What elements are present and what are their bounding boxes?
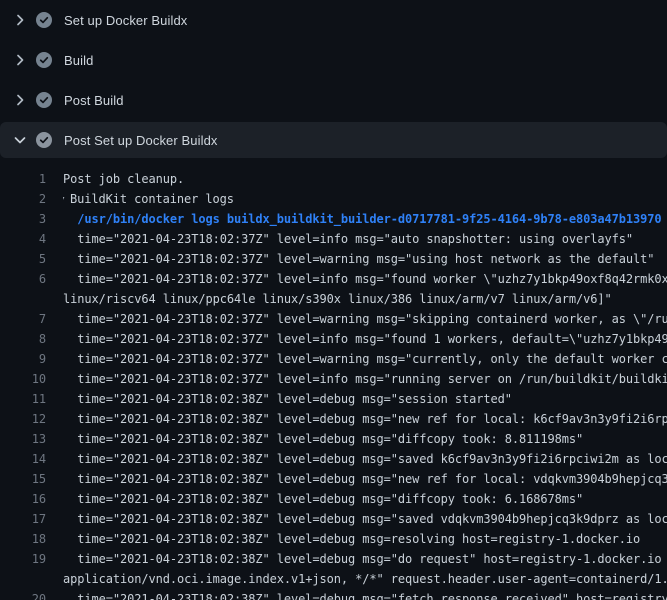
log-view: 1 Post job cleanup. 2 ▼BuildKit containe… [0,160,667,600]
log-line-number[interactable]: 20 [0,589,46,600]
log-line-number[interactable]: 7 [0,309,46,329]
log-group-toggle[interactable]: ▼BuildKit container logs [63,189,234,209]
step-set-up-docker-buildx[interactable]: Set up Docker Buildx [0,0,667,40]
log-line: 1 Post job cleanup. [0,169,667,189]
log-line-text: time="2021-04-23T18:02:37Z" level=info m… [63,329,667,349]
log-line: 9 time="2021-04-23T18:02:37Z" level=warn… [0,349,667,369]
log-line: 16 time="2021-04-23T18:02:38Z" level=deb… [0,489,667,509]
log-line-text: time="2021-04-23T18:02:38Z" level=debug … [63,529,640,549]
log-line-number[interactable]: 16 [0,489,46,509]
log-line: 8 time="2021-04-23T18:02:37Z" level=info… [0,329,667,349]
log-line-text: time="2021-04-23T18:02:38Z" level=debug … [63,509,667,529]
log-line-number[interactable]: 14 [0,449,46,469]
triangle-down-icon[interactable]: ▼ [63,190,70,209]
log-line-number[interactable]: 9 [0,349,46,369]
log-line-number[interactable]: 18 [0,529,46,549]
log-line-text: time="2021-04-23T18:02:38Z" level=debug … [63,549,667,569]
actions-log-panel: Set up Docker Buildx Build Post Build [0,0,667,600]
log-line-command: 3 /usr/bin/docker logs buildx_buildkit_b… [0,209,667,229]
log-line-text: time="2021-04-23T18:02:38Z" level=debug … [63,589,667,600]
log-line-group-header: 2 ▼BuildKit container logs [0,189,667,209]
log-line-text: /usr/bin/docker logs buildx_buildkit_bui… [63,209,662,229]
log-line-number[interactable]: 5 [0,249,46,269]
log-line-text: time="2021-04-23T18:02:37Z" level=info m… [63,369,667,389]
log-line-number[interactable]: 11 [0,389,46,409]
step-list: Set up Docker Buildx Build Post Build [0,0,667,158]
log-line-number[interactable]: 6 [0,269,46,289]
log-line: 12 time="2021-04-23T18:02:38Z" level=deb… [0,409,667,429]
chevron-down-icon[interactable] [12,132,28,148]
log-line: 10 time="2021-04-23T18:02:37Z" level=inf… [0,369,667,389]
check-circle-icon [36,52,52,68]
log-line: 20 time="2021-04-23T18:02:38Z" level=deb… [0,589,667,600]
log-line-text: time="2021-04-23T18:02:38Z" level=debug … [63,429,583,449]
log-line-text: linux/riscv64 linux/ppc64le linux/s390x … [63,289,612,309]
chevron-right-icon[interactable] [12,52,28,68]
log-line-text: time="2021-04-23T18:02:37Z" level=warnin… [63,309,667,329]
log-line-number [0,289,46,309]
log-line-wrap: linux/riscv64 linux/ppc64le linux/s390x … [0,289,667,309]
log-line: 19 time="2021-04-23T18:02:38Z" level=deb… [0,549,667,569]
step-label: Post Build [64,93,124,108]
log-line-number[interactable]: 4 [0,229,46,249]
log-line: 7 time="2021-04-23T18:02:37Z" level=warn… [0,309,667,329]
log-line: 6 time="2021-04-23T18:02:37Z" level=info… [0,269,667,289]
log-line: 13 time="2021-04-23T18:02:38Z" level=deb… [0,429,667,449]
log-line: 15 time="2021-04-23T18:02:38Z" level=deb… [0,469,667,489]
log-line-number[interactable]: 10 [0,369,46,389]
log-line-number[interactable]: 19 [0,549,46,569]
log-line-number[interactable]: 12 [0,409,46,429]
log-line-text: Post job cleanup. [63,169,184,189]
log-line-text: time="2021-04-23T18:02:38Z" level=debug … [63,489,583,509]
chevron-right-icon[interactable] [12,12,28,28]
log-line-wrap: application/vnd.oci.image.index.v1+json,… [0,569,667,589]
check-circle-icon [36,12,52,28]
step-post-build[interactable]: Post Build [0,80,667,120]
log-line: 17 time="2021-04-23T18:02:38Z" level=deb… [0,509,667,529]
log-line: 4 time="2021-04-23T18:02:37Z" level=info… [0,229,667,249]
log-line-text: application/vnd.oci.image.index.v1+json,… [63,569,667,589]
log-line-number[interactable]: 17 [0,509,46,529]
log-line-text: time="2021-04-23T18:02:38Z" level=debug … [63,409,667,429]
log-line-number[interactable]: 13 [0,429,46,449]
step-label: Set up Docker Buildx [64,13,187,28]
log-line: 11 time="2021-04-23T18:02:38Z" level=deb… [0,389,667,409]
log-line-text: time="2021-04-23T18:02:38Z" level=debug … [63,449,667,469]
log-line-number[interactable]: 3 [0,209,46,229]
check-circle-icon [36,132,52,148]
log-line-text: time="2021-04-23T18:02:38Z" level=debug … [63,389,512,409]
log-line-text: time="2021-04-23T18:02:37Z" level=warnin… [63,349,667,369]
log-line-text: BuildKit container logs [70,192,234,206]
log-line-number[interactable]: 8 [0,329,46,349]
log-line-number[interactable]: 15 [0,469,46,489]
log-line-number [0,569,46,589]
log-line: 5 time="2021-04-23T18:02:37Z" level=warn… [0,249,667,269]
log-line-text: time="2021-04-23T18:02:37Z" level=info m… [63,229,633,249]
log-line-number[interactable]: 2 [0,189,46,209]
step-post-set-up-docker-buildx[interactable]: Post Set up Docker Buildx [0,122,667,158]
log-line: 14 time="2021-04-23T18:02:38Z" level=deb… [0,449,667,469]
step-label: Build [64,53,93,68]
check-circle-icon [36,92,52,108]
chevron-right-icon[interactable] [12,92,28,108]
step-build[interactable]: Build [0,40,667,80]
log-line-text: time="2021-04-23T18:02:37Z" level=warnin… [63,249,654,269]
log-line-text: time="2021-04-23T18:02:38Z" level=debug … [63,469,667,489]
log-line: 18 time="2021-04-23T18:02:38Z" level=deb… [0,529,667,549]
log-line-number[interactable]: 1 [0,169,46,189]
log-line-text: time="2021-04-23T18:02:37Z" level=info m… [63,269,667,289]
step-label: Post Set up Docker Buildx [64,133,218,148]
